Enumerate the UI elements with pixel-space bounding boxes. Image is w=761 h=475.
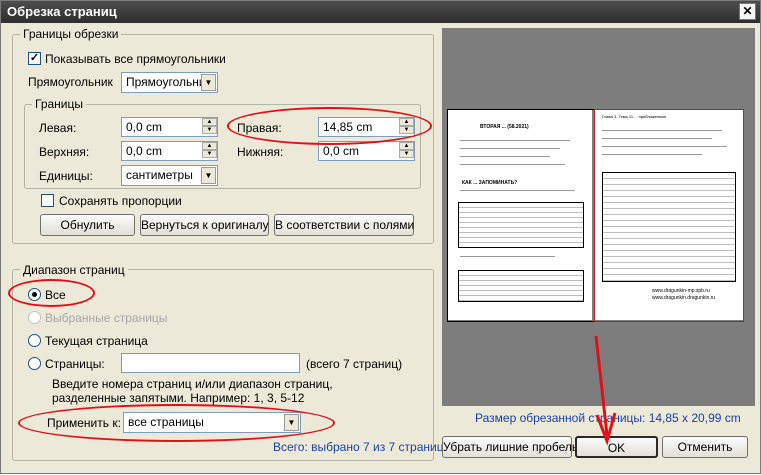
keep-proportions-label: Сохранять пропорции bbox=[59, 194, 182, 208]
range-selected-radio[interactable] bbox=[28, 311, 41, 324]
top-label: Верхняя: bbox=[39, 145, 90, 159]
bottom-value: 0,0 cm bbox=[323, 144, 360, 158]
top-input[interactable]: 0,0 cm ▲ ▼ bbox=[121, 141, 218, 161]
bottom-spinner[interactable]: ▲ ▼ bbox=[399, 142, 414, 160]
top-spinner[interactable]: ▲ ▼ bbox=[202, 142, 217, 160]
bounds-legend: Границы bbox=[32, 97, 86, 111]
remove-extra-spaces-button[interactable]: Убрать лишние пробелы bbox=[442, 436, 581, 458]
ok-button[interactable]: OK bbox=[575, 436, 658, 458]
window-title: Обрезка страниц bbox=[7, 4, 117, 19]
fit-to-margins-button[interactable]: В соответствии с полями bbox=[274, 214, 414, 236]
close-icon[interactable]: ✕ bbox=[739, 3, 756, 20]
range-pages-radio[interactable] bbox=[28, 357, 41, 370]
cancel-button[interactable]: Отменить bbox=[662, 436, 748, 458]
selection-summary: Всего: выбрано 7 из 7 страниц bbox=[273, 440, 444, 454]
crop-pages-dialog: Обрезка страниц ✕ Границы обрезки ✓ Пока… bbox=[0, 0, 761, 474]
crop-rectangle-right[interactable] bbox=[594, 109, 744, 322]
rectangle-select[interactable]: Прямоугольник ▼ bbox=[121, 72, 218, 93]
left-value: 0,0 cm bbox=[126, 120, 163, 134]
rectangle-select-value: Прямоугольник bbox=[126, 75, 211, 89]
page-range-hint: Введите номера страниц и/или диапазон ст… bbox=[52, 377, 333, 405]
annotation-ellipse-apply bbox=[18, 404, 335, 442]
bottom-label: Нижняя: bbox=[237, 145, 284, 159]
cropped-page-size: Размер обрезанной страницы: 14,85 x 20,9… bbox=[475, 411, 741, 425]
annotation-ellipse-all bbox=[8, 279, 95, 307]
chevron-down-icon[interactable]: ▼ bbox=[201, 167, 216, 184]
keep-proportions-checkbox[interactable] bbox=[41, 194, 54, 207]
page-preview: ВТОРАЯ ... (58.2021) КАК ... ЗАПОМИНАТЬ?… bbox=[442, 28, 755, 406]
revert-to-original-button[interactable]: Вернуться к оригиналу bbox=[140, 214, 269, 236]
show-all-rectangles-label: Показывать все прямоугольники bbox=[45, 52, 226, 66]
units-select[interactable]: сантиметры ▼ bbox=[121, 165, 218, 186]
range-pages-label: Страницы: bbox=[45, 357, 105, 371]
title-bar: Обрезка страниц ✕ bbox=[1, 1, 760, 23]
units-value: сантиметры bbox=[126, 168, 193, 182]
crop-bounds-legend: Границы обрезки bbox=[20, 27, 122, 41]
pages-input[interactable] bbox=[121, 353, 300, 373]
page-range-legend: Диапазон страниц bbox=[20, 263, 128, 277]
show-all-rectangles-checkbox[interactable]: ✓ bbox=[28, 52, 41, 65]
range-current-radio[interactable] bbox=[28, 334, 41, 347]
left-spinner[interactable]: ▲ ▼ bbox=[202, 118, 217, 136]
total-pages-label: (всего 7 страниц) bbox=[306, 357, 403, 371]
left-input[interactable]: 0,0 cm ▲ ▼ bbox=[121, 117, 218, 137]
reset-button[interactable]: Обнулить bbox=[40, 214, 135, 236]
range-current-label: Текущая страница bbox=[45, 334, 148, 348]
crop-rectangle[interactable] bbox=[447, 109, 595, 322]
top-value: 0,0 cm bbox=[126, 144, 163, 158]
units-label: Единицы: bbox=[39, 169, 93, 183]
range-selected-label: Выбранные страницы bbox=[45, 311, 168, 325]
left-label: Левая: bbox=[39, 121, 77, 135]
annotation-ellipse-right bbox=[227, 107, 432, 145]
rectangle-label: Прямоугольник bbox=[28, 75, 113, 89]
chevron-down-icon[interactable]: ▼ bbox=[201, 74, 216, 91]
